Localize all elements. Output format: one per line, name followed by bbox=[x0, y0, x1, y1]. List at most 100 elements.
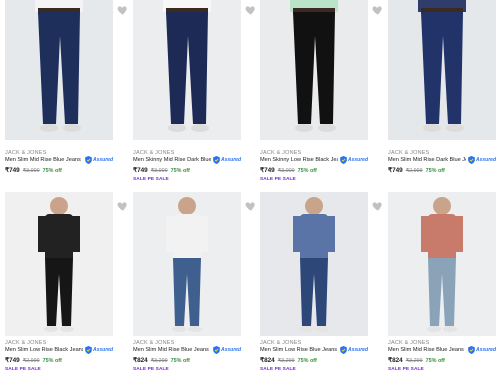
discount-percent: 75% off bbox=[42, 168, 62, 174]
product-title[interactable]: Men Slim Mid Rise Blue Jeans bbox=[388, 347, 466, 353]
product-title[interactable]: Men Slim Mid Rise Blue Jeans bbox=[133, 347, 211, 353]
product-brand: JACK & JONES bbox=[133, 340, 175, 346]
product-title[interactable]: Men Skinny Low Rise Black Jeans bbox=[260, 157, 338, 163]
discount-percent: 75% off bbox=[42, 358, 62, 364]
selling-price: ₹824 bbox=[133, 357, 148, 364]
assured-shield-icon bbox=[340, 346, 347, 354]
assured-shield-icon bbox=[340, 156, 347, 164]
wishlist-heart-icon[interactable] bbox=[244, 3, 258, 17]
product-image[interactable] bbox=[388, 0, 496, 140]
product-image[interactable] bbox=[260, 192, 368, 336]
product-title[interactable]: Men Slim Mid Rise Blue Jeans bbox=[5, 157, 83, 163]
product-card[interactable]: JACK & JONES Men Slim Low Rise Black Jean… bbox=[5, 190, 128, 377]
product-brand: JACK & JONES bbox=[388, 340, 430, 346]
assured-shield-icon bbox=[85, 346, 92, 354]
assured-badge: Assured bbox=[85, 346, 113, 354]
product-image[interactable] bbox=[388, 192, 496, 336]
assured-shield-icon bbox=[85, 156, 92, 164]
assured-label: Assured bbox=[221, 347, 242, 353]
price-row: ₹824 ₹3,299 75% off bbox=[388, 356, 445, 364]
original-price: ₹3,000 bbox=[22, 168, 40, 174]
discount-percent: 75% off bbox=[425, 168, 445, 174]
selling-price: ₹824 bbox=[260, 357, 275, 364]
selling-price: ₹749 bbox=[388, 167, 403, 174]
assured-shield-icon bbox=[213, 156, 220, 164]
assured-shield-icon bbox=[468, 156, 475, 164]
product-image[interactable] bbox=[5, 0, 113, 140]
product-brand: JACK & JONES bbox=[5, 340, 47, 346]
sale-tag: SALE PE SALE bbox=[5, 367, 41, 372]
sale-tag: SALE PE SALE bbox=[133, 177, 169, 182]
discount-percent: 75% off bbox=[297, 358, 317, 364]
wishlist-heart-icon[interactable] bbox=[116, 199, 130, 213]
product-card[interactable]: JACK & JONES Men Slim Mid Rise Blue Jeans… bbox=[133, 190, 256, 377]
discount-percent: 75% off bbox=[425, 358, 445, 364]
selling-price: ₹749 bbox=[260, 167, 275, 174]
product-title[interactable]: Men Slim Mid Rise Dark Blue Je... bbox=[388, 157, 466, 163]
price-row: ₹824 ₹3,299 75% off bbox=[260, 356, 317, 364]
product-brand: JACK & JONES bbox=[260, 150, 302, 156]
assured-badge: Assured bbox=[340, 156, 368, 164]
sale-tag: SALE PE SALE bbox=[133, 367, 169, 372]
product-card[interactable]: JACK & JONES Men Slim Low Rise Blue Jeans… bbox=[260, 190, 383, 377]
original-price: ₹3,299 bbox=[277, 358, 295, 364]
product-title[interactable]: Men Skinny Mid Rise Dark Blue ... bbox=[133, 157, 211, 163]
original-price: ₹3,000 bbox=[150, 168, 168, 174]
product-image[interactable] bbox=[133, 0, 241, 140]
price-row: ₹749 ₹2,999 75% off bbox=[388, 166, 445, 174]
product-grid: JACK & JONES Men Slim Mid Rise Blue Jeans… bbox=[0, 0, 500, 375]
discount-percent: 75% off bbox=[170, 358, 190, 364]
selling-price: ₹749 bbox=[5, 357, 20, 364]
assured-label: Assured bbox=[348, 157, 369, 163]
price-row: ₹749 ₹2,999 75% off bbox=[5, 356, 62, 364]
product-card[interactable]: JACK & JONES Men Slim Mid Rise Dark Blue … bbox=[388, 0, 500, 187]
original-price: ₹3,000 bbox=[277, 168, 295, 174]
price-row: ₹749 ₹3,000 75% off bbox=[133, 166, 190, 174]
original-price: ₹3,299 bbox=[405, 358, 423, 364]
assured-badge: Assured bbox=[213, 156, 241, 164]
assured-label: Assured bbox=[93, 347, 114, 353]
original-price: ₹2,999 bbox=[405, 168, 423, 174]
selling-price: ₹749 bbox=[5, 167, 20, 174]
sale-tag: SALE PE SALE bbox=[260, 367, 296, 372]
wishlist-heart-icon[interactable] bbox=[244, 199, 258, 213]
assured-label: Assured bbox=[476, 157, 497, 163]
assured-label: Assured bbox=[93, 157, 114, 163]
product-brand: JACK & JONES bbox=[5, 150, 47, 156]
product-brand: JACK & JONES bbox=[133, 150, 175, 156]
wishlist-heart-icon[interactable] bbox=[371, 199, 385, 213]
discount-percent: 75% off bbox=[297, 168, 317, 174]
product-title[interactable]: Men Slim Low Rise Black Jeans bbox=[5, 347, 83, 353]
selling-price: ₹824 bbox=[388, 357, 403, 364]
assured-badge: Assured bbox=[468, 346, 496, 354]
original-price: ₹2,999 bbox=[22, 358, 40, 364]
product-card[interactable]: JACK & JONES Men Skinny Low Rise Black Je… bbox=[260, 0, 383, 187]
wishlist-heart-icon[interactable] bbox=[371, 3, 385, 17]
assured-badge: Assured bbox=[213, 346, 241, 354]
product-image[interactable] bbox=[133, 192, 241, 336]
product-brand: JACK & JONES bbox=[388, 150, 430, 156]
price-row: ₹749 ₹3,000 75% off bbox=[5, 166, 62, 174]
product-image[interactable] bbox=[260, 0, 368, 140]
product-image[interactable] bbox=[5, 192, 113, 336]
assured-label: Assured bbox=[348, 347, 369, 353]
assured-badge: Assured bbox=[85, 156, 113, 164]
product-brand: JACK & JONES bbox=[260, 340, 302, 346]
assured-badge: Assured bbox=[468, 156, 496, 164]
sale-tag: SALE PE SALE bbox=[260, 177, 296, 182]
wishlist-heart-icon[interactable] bbox=[116, 3, 130, 17]
selling-price: ₹749 bbox=[133, 167, 148, 174]
discount-percent: 75% off bbox=[170, 168, 190, 174]
product-card[interactable]: JACK & JONES Men Slim Mid Rise Blue Jeans… bbox=[5, 0, 128, 187]
assured-label: Assured bbox=[476, 347, 497, 353]
original-price: ₹3,299 bbox=[150, 358, 168, 364]
sale-tag: SALE PE SALE bbox=[388, 367, 424, 372]
assured-shield-icon bbox=[213, 346, 220, 354]
product-card[interactable]: JACK & JONES Men Skinny Mid Rise Dark Blu… bbox=[133, 0, 256, 187]
assured-label: Assured bbox=[221, 157, 242, 163]
product-card[interactable]: JACK & JONES Men Slim Mid Rise Blue Jeans… bbox=[388, 190, 500, 377]
price-row: ₹749 ₹3,000 75% off bbox=[260, 166, 317, 174]
price-row: ₹824 ₹3,299 75% off bbox=[133, 356, 190, 364]
product-title[interactable]: Men Slim Low Rise Blue Jeans bbox=[260, 347, 338, 353]
assured-badge: Assured bbox=[340, 346, 368, 354]
